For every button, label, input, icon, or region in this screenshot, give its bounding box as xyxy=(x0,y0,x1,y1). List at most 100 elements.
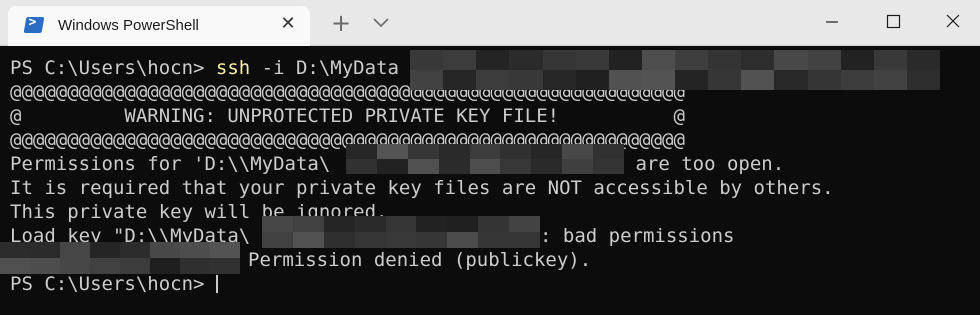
redaction-pixel xyxy=(469,159,501,174)
title-bar: > Windows PowerShell ✕ + xyxy=(0,0,980,46)
close-tab-icon[interactable]: ✕ xyxy=(278,14,298,34)
redaction-pixel xyxy=(708,50,742,70)
redaction-pixel xyxy=(376,159,408,174)
redaction-pixel xyxy=(500,144,532,159)
command: ssh xyxy=(215,57,251,79)
redaction-pixel xyxy=(180,242,210,258)
prompt: PS C:\Users\hocn> xyxy=(10,57,216,79)
terminal-line-3: @ WARNING: UNPROTECTED PRIVATE KEY FILE!… xyxy=(10,105,685,127)
redaction-pixel xyxy=(476,50,510,70)
redaction-4 xyxy=(0,242,240,274)
redaction-pixel xyxy=(608,50,642,70)
redaction-pixel xyxy=(807,50,841,70)
redaction-pixel xyxy=(180,258,210,274)
terminal-output[interactable]: PS C:\Users\hocn> ssh -i D:\MyData @@@@@… xyxy=(0,46,980,315)
redaction-pixel xyxy=(346,144,377,159)
redaction-pixel xyxy=(906,70,940,90)
redaction-pixel xyxy=(354,232,386,248)
redaction-pixel xyxy=(262,232,293,248)
redaction-pixel xyxy=(509,216,540,232)
redaction-pixel xyxy=(30,258,60,274)
redaction-pixel xyxy=(500,159,532,174)
redaction-pixel xyxy=(509,50,543,70)
redaction-pixel xyxy=(741,50,775,70)
redaction-pixel xyxy=(478,216,510,232)
tab-windows-powershell[interactable]: > Windows PowerShell ✕ xyxy=(8,6,310,46)
redaction-pixel xyxy=(741,70,775,90)
redaction-pixel xyxy=(774,50,808,70)
redaction-pixel xyxy=(438,159,470,174)
redaction-pixel xyxy=(443,50,477,70)
redaction-pixel xyxy=(708,70,742,90)
redaction-pixel xyxy=(90,242,120,258)
redaction-3 xyxy=(262,216,540,248)
redaction-pixel xyxy=(807,70,841,90)
minimize-icon[interactable] xyxy=(808,6,854,36)
redaction-pixel xyxy=(407,144,439,159)
powershell-icon: > xyxy=(23,15,45,33)
redaction-pixel xyxy=(407,159,439,174)
redaction-pixel xyxy=(292,232,324,248)
redaction-pixel xyxy=(542,50,576,70)
redaction-pixel xyxy=(641,70,675,90)
redaction-pixel xyxy=(641,50,675,70)
redaction-pixel xyxy=(292,216,324,232)
redaction-pixel xyxy=(210,258,240,274)
redaction-pixel xyxy=(593,144,624,159)
redaction-pixel xyxy=(150,258,180,274)
redaction-pixel xyxy=(774,70,808,90)
terminal-line-5a: Permissions for 'D:\\MyData\ xyxy=(10,153,331,175)
redaction-pixel xyxy=(469,144,501,159)
redaction-pixel xyxy=(410,50,444,70)
redaction-pixel xyxy=(120,258,150,274)
redaction-pixel xyxy=(531,159,563,174)
redaction-pixel xyxy=(0,242,30,258)
redaction-pixel xyxy=(593,159,624,174)
redaction-pixel xyxy=(210,242,240,258)
chevron-down-icon[interactable] xyxy=(372,16,390,30)
redaction-pixel xyxy=(562,144,594,159)
redaction-pixel xyxy=(542,70,576,90)
maximize-icon[interactable] xyxy=(870,6,916,36)
terminal-line-10: PS C:\Users\hocn> xyxy=(10,272,219,296)
command-args: -i D:\MyData xyxy=(250,57,399,79)
redaction-pixel xyxy=(478,232,510,248)
redaction-pixel xyxy=(120,242,150,258)
redaction-pixel xyxy=(376,144,408,159)
redaction-pixel xyxy=(531,144,563,159)
prompt: PS C:\Users\hocn> xyxy=(10,273,205,295)
redaction-pixel xyxy=(410,70,444,90)
redaction-1 xyxy=(410,50,940,90)
redaction-pixel xyxy=(675,50,709,70)
redaction-pixel xyxy=(60,242,90,258)
redaction-pixel xyxy=(873,70,907,90)
redaction-pixel xyxy=(575,70,609,90)
new-tab-icon[interactable]: + xyxy=(330,11,352,35)
redaction-pixel xyxy=(416,216,448,232)
redaction-pixel xyxy=(840,70,874,90)
redaction-pixel xyxy=(354,216,386,232)
close-window-icon[interactable] xyxy=(930,6,976,36)
redaction-pixel xyxy=(262,216,293,232)
redaction-pixel xyxy=(150,242,180,258)
redaction-pixel xyxy=(60,258,90,274)
terminal-line-6: It is required that your private key fil… xyxy=(10,177,834,199)
redaction-pixel xyxy=(90,258,120,274)
redaction-pixel xyxy=(840,50,874,70)
redaction-pixel xyxy=(447,232,479,248)
redaction-pixel xyxy=(323,216,355,232)
redaction-pixel xyxy=(575,50,609,70)
redaction-pixel xyxy=(873,50,907,70)
redaction-pixel xyxy=(0,258,30,274)
redaction-pixel xyxy=(385,232,417,248)
redaction-pixel xyxy=(438,144,470,159)
redaction-pixel xyxy=(608,70,642,90)
redaction-pixel xyxy=(675,70,709,90)
redaction-pixel xyxy=(906,50,940,70)
redaction-pixel xyxy=(30,242,60,258)
redaction-pixel xyxy=(443,70,477,90)
redaction-pixel xyxy=(323,232,355,248)
terminal-line-1: PS C:\Users\hocn> ssh -i D:\MyData xyxy=(10,56,399,80)
redaction-pixel xyxy=(476,70,510,90)
redaction-pixel xyxy=(447,216,479,232)
